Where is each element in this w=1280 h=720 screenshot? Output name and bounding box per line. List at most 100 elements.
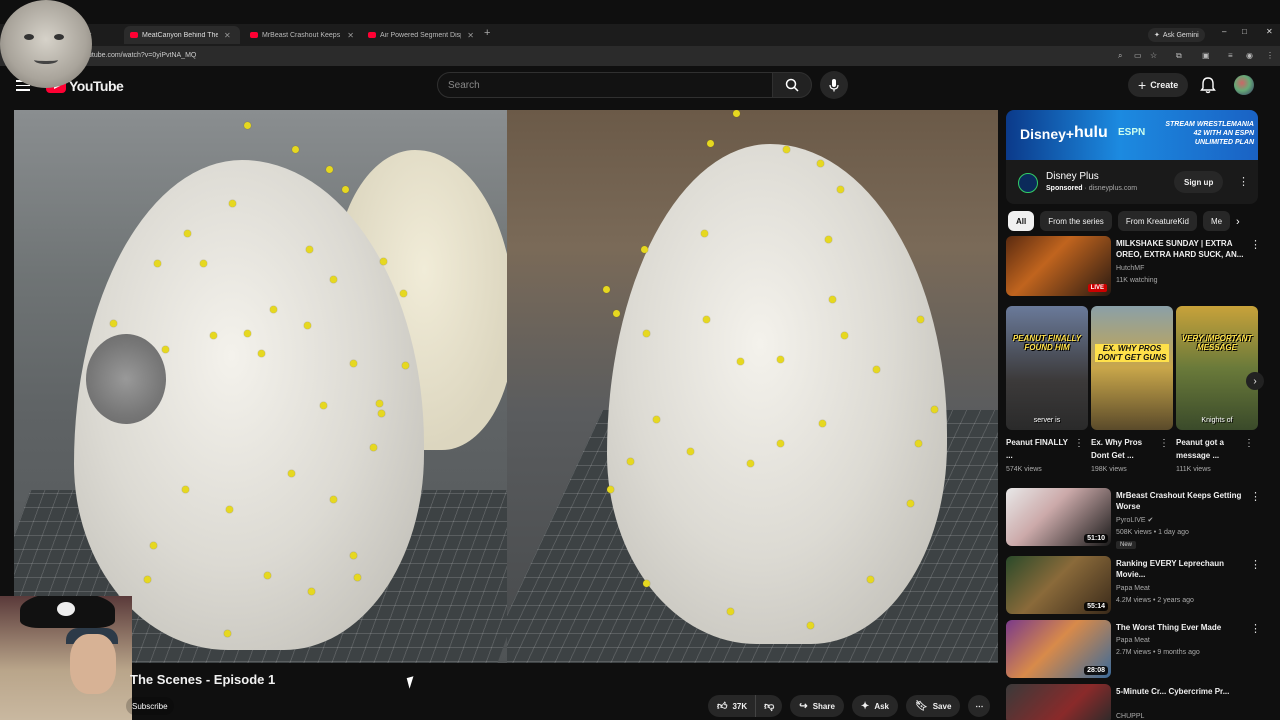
browser-tab[interactable]: Air Powered Segment Display ✕ [362, 26, 480, 44]
shorts-shelf: PEANUT FINALLY FOUND HIM server is Peanu… [1006, 306, 1260, 478]
window-close-icon[interactable]: ✕ [1266, 27, 1273, 36]
short-item[interactable]: VERY IMPORTANT MESSAGE Knights of Peanut… [1176, 306, 1258, 473]
subscribe-button[interactable]: Subscribe [126, 697, 174, 715]
youtube-favicon-icon [368, 32, 376, 38]
verified-icon: ✔︎ [1147, 517, 1154, 524]
ask-gemini-button[interactable]: ✦ Ask Gemini [1148, 28, 1205, 42]
youtube-favicon-icon [130, 32, 138, 38]
profile-icon[interactable]: ◉ [1246, 51, 1253, 60]
signup-button[interactable]: Sign up [1174, 171, 1224, 193]
pin-head [613, 310, 620, 317]
pin-head [110, 320, 117, 327]
chip-from-kreaturekid[interactable]: From KreatureKid [1117, 211, 1197, 231]
search-input[interactable]: Search [437, 72, 773, 98]
share-button[interactable]: ↪ Share [790, 695, 844, 717]
item-channel: Papa Meat [1116, 637, 1150, 644]
extensions-icon[interactable]: ⧉ [1176, 51, 1182, 61]
more-vert-icon[interactable]: ⋮ [1250, 558, 1261, 571]
pin-head [603, 286, 610, 293]
more-horiz-icon: ⋯ [975, 701, 984, 711]
list-item[interactable]: 28:08 The Worst Thing Ever Made Papa Mea… [1006, 620, 1268, 684]
account-avatar[interactable] [1234, 75, 1254, 95]
item-meta: 508K views • 1 day ago [1116, 529, 1189, 536]
like-button[interactable]: 👍︎ 37K [708, 695, 757, 717]
bookmark-star-icon[interactable]: ☆ [1150, 51, 1157, 60]
list-item[interactable]: 55:14 Ranking EVERY Leprechaun Movie... … [1006, 556, 1268, 620]
sparkle-icon: ✦ [860, 700, 870, 712]
pin-head [378, 410, 385, 417]
sidebar-icon[interactable]: ▣ [1202, 51, 1210, 60]
chip-from-series[interactable]: From the series [1040, 211, 1112, 231]
maximize-icon[interactable]: □ [1242, 27, 1247, 36]
pin-head [829, 296, 836, 303]
search-button[interactable] [772, 72, 812, 98]
more-vert-icon[interactable]: ⋮ [1244, 438, 1254, 449]
pin-head [330, 276, 337, 283]
pin-head [350, 360, 357, 367]
list-item[interactable]: 51:10 MrBeast Crashout Keeps Getting Wor… [1006, 488, 1268, 552]
browser-tab[interactable]: MrBeast Crashout Keeps Getting ✕ [244, 26, 360, 44]
close-icon[interactable]: ✕ [347, 31, 354, 40]
gemini-icon: ✦ [1154, 32, 1160, 39]
video-player[interactable] [14, 110, 998, 663]
ad-brand-disney: Disney+ [1020, 126, 1075, 142]
browser-tab-active[interactable]: MeatCanyon Behind The Scenes ✕ [124, 26, 240, 44]
item-title: MILKSHAKE SUNDAY | EXTRA OREO, EXTRA HAR… [1116, 239, 1244, 259]
browser-tab-bar: amo✕ MeatCanyon Behind The Scenes ✕ MrBe… [0, 24, 1280, 46]
advertiser-name[interactable]: Disney Plus [1046, 171, 1099, 182]
cast-icon[interactable]: ▭ [1134, 51, 1142, 60]
pin-head [402, 362, 409, 369]
create-button[interactable]: + Create [1128, 73, 1189, 97]
chip-all[interactable]: All [1008, 211, 1035, 231]
mouse-cursor-icon [406, 676, 417, 689]
pin-head [288, 470, 295, 477]
tune-icon[interactable]: ≡ [1228, 51, 1233, 60]
pin-head [144, 576, 151, 583]
zoom-icon[interactable]: ⌕ [1118, 51, 1122, 61]
chevron-right-icon: › [1253, 375, 1257, 387]
more-actions-button[interactable]: ⋯ [968, 695, 991, 717]
short-item[interactable]: EX. WHY PROS DON'T GET GUNS Ex. Why Pros… [1091, 306, 1173, 473]
pin-head [330, 496, 337, 503]
item-meta: 4.2M views • 2 years ago [1116, 597, 1194, 604]
pin-head [306, 246, 313, 253]
pin-head [867, 576, 874, 583]
url-field[interactable]: utube.com/watch?v=0yiPvtNA_MQ [88, 52, 196, 59]
video-thumbnail: 55:14 [1006, 556, 1111, 614]
notifications-bell-icon[interactable] [1200, 76, 1216, 94]
thumbs-down-icon: 👎︎ [764, 701, 775, 712]
pin-head [807, 622, 814, 629]
video-thumbnail [1006, 684, 1111, 720]
more-vert-icon[interactable]: ⋮ [1250, 490, 1261, 503]
list-item[interactable]: LIVE MILKSHAKE SUNDAY | EXTRA OREO, EXTR… [1006, 236, 1266, 298]
chip-more[interactable]: Me [1202, 211, 1231, 231]
more-vert-icon[interactable]: ⋮ [1074, 438, 1084, 449]
new-tab-icon[interactable]: + [484, 27, 490, 39]
more-vert-icon[interactable]: ⋮ [1159, 438, 1169, 449]
minimize-icon[interactable]: – [1222, 27, 1226, 36]
pin-head [817, 160, 824, 167]
pin-head [737, 358, 744, 365]
more-vert-icon[interactable]: ⋮ [1266, 51, 1274, 60]
more-vert-icon[interactable]: ⋮ [1250, 622, 1261, 635]
ad-banner[interactable]: Disney+ hulu ESPN STREAM WRESTLEMANIA 42… [1006, 110, 1258, 160]
shorts-next-button[interactable]: › [1246, 372, 1264, 390]
video-actions: 👍︎ 37K 👎︎ ↪ Share ✦ Ask 🔖︎ Save ⋯ [708, 695, 998, 717]
pin-head [162, 346, 169, 353]
voice-search-button[interactable] [820, 71, 848, 99]
pin-head [607, 486, 614, 493]
close-icon[interactable]: ✕ [467, 31, 474, 40]
save-button[interactable]: 🔖︎ Save [906, 695, 961, 717]
more-vert-icon[interactable]: ⋮ [1238, 175, 1249, 188]
dislike-button[interactable]: 👎︎ [756, 695, 783, 717]
list-item[interactable]: 5-Minute Cr... Cybercrime Pr... CHUPPL [1006, 684, 1268, 720]
ask-button[interactable]: ✦ Ask [851, 695, 898, 717]
chevron-right-icon[interactable]: › [1236, 216, 1240, 228]
short-title: Ex. Why Pros Dont Get ... [1091, 438, 1143, 460]
pin-head [380, 258, 387, 265]
more-vert-icon[interactable]: ⋮ [1250, 238, 1261, 251]
pin-head [224, 630, 231, 637]
short-item[interactable]: PEANUT FINALLY FOUND HIM server is Peanu… [1006, 306, 1088, 473]
close-icon[interactable]: ✕ [224, 31, 231, 40]
video-title: The Scenes - Episode 1 [130, 672, 276, 687]
